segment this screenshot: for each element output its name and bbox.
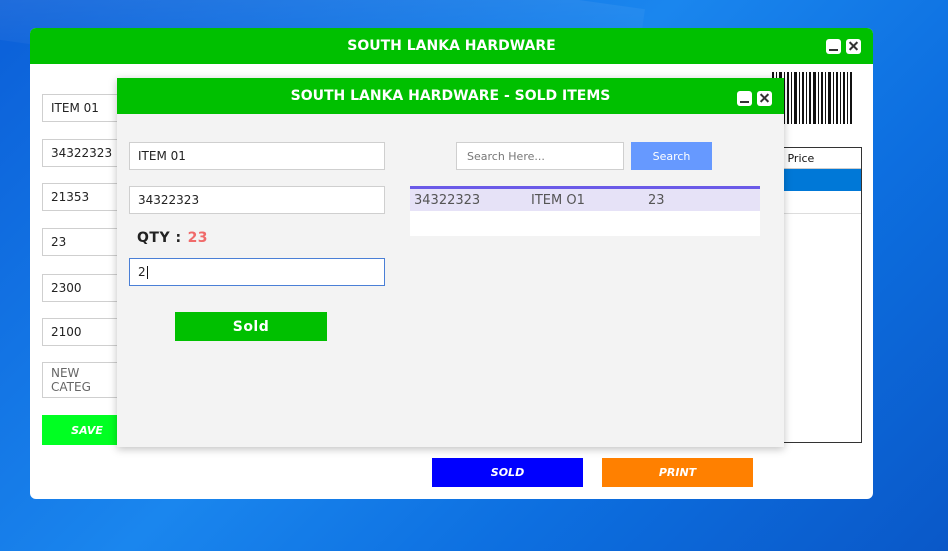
minimize-icon[interactable] bbox=[826, 39, 841, 54]
qty-display: QTY : 23 bbox=[137, 230, 208, 246]
sell-qty-value: 2 bbox=[138, 265, 146, 279]
table-row[interactable]: 34322323 ITEM O1 23 bbox=[410, 189, 760, 211]
row-qty: 23 bbox=[648, 192, 665, 208]
row-code: 34322323 bbox=[414, 192, 481, 208]
qty-label: QTY : bbox=[137, 230, 182, 246]
row-name: ITEM O1 bbox=[531, 192, 585, 208]
search-input[interactable]: Search Here... bbox=[456, 142, 624, 170]
minimize-icon[interactable] bbox=[737, 91, 752, 106]
items-table[interactable]: w Price 0 bbox=[772, 147, 862, 443]
main-window-title: SOUTH LANKA HARDWARE bbox=[347, 38, 556, 54]
dialog-titlebar: SOUTH LANKA HARDWARE - SOLD ITEMS bbox=[117, 78, 784, 114]
barcode-image bbox=[772, 72, 852, 124]
table-row-selected[interactable]: 0 bbox=[773, 169, 861, 191]
main-window-controls bbox=[826, 39, 861, 54]
main-titlebar: SOUTH LANKA HARDWARE bbox=[30, 28, 873, 64]
dialog-title: SOUTH LANKA HARDWARE - SOLD ITEMS bbox=[290, 88, 611, 104]
text-caret bbox=[146, 265, 148, 279]
item-name-field[interactable]: ITEM 01 bbox=[129, 142, 385, 170]
dialog-window-controls bbox=[737, 91, 772, 106]
qty-value: 23 bbox=[187, 230, 209, 246]
results-grid[interactable]: 34322323 ITEM O1 23 bbox=[410, 186, 760, 236]
search-button[interactable]: Search bbox=[631, 142, 712, 170]
print-button[interactable]: PRINT bbox=[602, 458, 753, 487]
sell-qty-input[interactable]: 2 bbox=[129, 258, 385, 286]
sold-button[interactable]: Sold bbox=[175, 312, 327, 341]
table-header-price: w Price bbox=[773, 148, 861, 169]
close-icon[interactable] bbox=[846, 39, 861, 54]
sold-button[interactable]: SOLD bbox=[432, 458, 583, 487]
item-code-field[interactable]: 34322323 bbox=[129, 186, 385, 214]
close-icon[interactable] bbox=[757, 91, 772, 106]
table-row[interactable] bbox=[773, 191, 861, 214]
sold-items-dialog: SOUTH LANKA HARDWARE - SOLD ITEMS ITEM 0… bbox=[117, 78, 784, 447]
